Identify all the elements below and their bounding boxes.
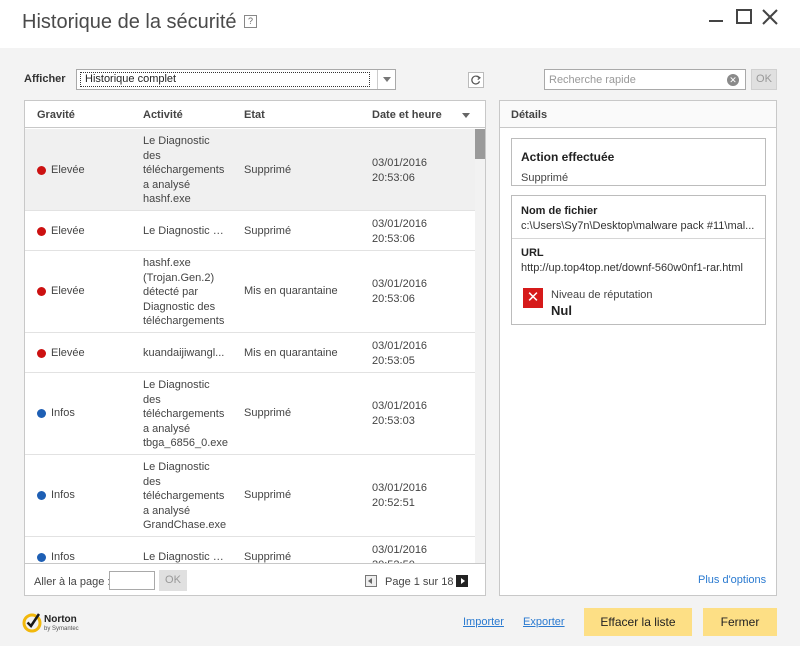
severity-cell: Elevée (37, 346, 85, 361)
state-cell: Mis en quarantaine (244, 347, 338, 359)
table-row[interactable]: Infos Le Diagnostic des téléchargements … (25, 373, 475, 455)
state-cell: Supprimé (244, 551, 292, 563)
clear-list-button[interactable]: Effacer la liste (584, 608, 692, 636)
filter-dropdown[interactable]: Historique complet (76, 69, 396, 90)
action-box: Action effectuée Supprimé (511, 138, 766, 186)
scrollbar-thumb[interactable] (475, 129, 485, 159)
date-cell: 03/01/2016 20:53:06 (372, 157, 428, 184)
severity-info-icon (37, 552, 46, 562)
chevron-down-icon[interactable] (377, 70, 395, 89)
reputation-label: Niveau de réputation (551, 289, 653, 301)
state-cell: Supprimé (244, 489, 292, 501)
state-cell: Supprimé (244, 164, 292, 176)
page-indicator: Page 1 sur 18 (385, 576, 454, 588)
date-cell: 03/01/2016 20:53:06 (372, 218, 428, 245)
clear-search-icon[interactable]: ✕ (727, 74, 739, 86)
table-scrollbar[interactable] (475, 129, 485, 563)
more-options-link[interactable]: Plus d'options (698, 574, 766, 586)
refresh-icon[interactable] (468, 72, 484, 88)
goto-page-input[interactable] (109, 571, 155, 590)
table-row[interactable]: Infos Le Diagnostic des téléchargements … (25, 455, 475, 537)
severity-high-icon (37, 286, 46, 296)
table-row[interactable]: Elevée kuandaijiwangl... Mis en quaranta… (25, 333, 475, 373)
goto-page-label: Aller à la page : (34, 576, 111, 588)
close-icon[interactable] (759, 6, 781, 28)
table-footer: Aller à la page : OK Page 1 sur 18 (25, 563, 485, 595)
reputation-bad-icon: ✕ (523, 288, 543, 308)
main-content: Afficher Historique complet ✕ OK Gravité… (0, 48, 800, 646)
activity-cell: kuandaijiwangl... (143, 347, 225, 359)
details-header: Détails (500, 101, 776, 128)
sort-descending-icon[interactable] (462, 113, 470, 118)
state-cell: Supprimé (244, 407, 292, 419)
severity-info-icon (37, 490, 46, 500)
search-ok-button[interactable]: OK (751, 69, 777, 90)
filter-label: Afficher (24, 73, 66, 85)
url-label: URL (521, 247, 544, 259)
table-row[interactable]: Infos Le Diagnostic d... Supprimé 03/01/… (25, 537, 475, 563)
help-icon[interactable]: ? (244, 15, 257, 28)
file-name-value: c:\Users\Sy7n\Desktop\malware pack #11\m… (521, 220, 755, 232)
table-row[interactable]: Elevée hashf.exe (Trojan.Gen.2) détecté … (25, 251, 475, 333)
title-bar: Historique de la sécurité ? (0, 0, 800, 48)
severity-high-icon (37, 165, 46, 175)
severity-high-icon (37, 226, 46, 236)
search-box[interactable]: ✕ (544, 69, 746, 90)
file-name-label: Nom de fichier (521, 205, 598, 217)
activity-cell: Le Diagnostic des téléchargements a anal… (143, 379, 229, 449)
table-header: Gravité Activité Etat Date et heure (25, 101, 485, 128)
column-header-date[interactable]: Date et heure (372, 109, 442, 121)
details-title: Détails (511, 109, 548, 121)
column-header-etat[interactable]: Etat (244, 109, 265, 121)
window-title: Historique de la sécurité (22, 11, 237, 33)
date-cell: 03/01/2016 20:53:06 (372, 278, 428, 305)
brand-name: Norton (44, 614, 77, 625)
action-value: Supprimé (521, 172, 569, 184)
severity-cell: Elevée (37, 163, 85, 178)
close-button[interactable]: Fermer (703, 608, 777, 636)
norton-logo: Norton by Symantec (22, 611, 92, 635)
brand-subtitle: by Symantec (44, 626, 79, 632)
filter-selected-value: Historique complet (80, 72, 370, 87)
severity-cell: Elevée (37, 284, 85, 299)
export-link[interactable]: Exporter (523, 616, 565, 628)
previous-page-icon[interactable] (365, 575, 377, 587)
minimize-icon[interactable] (705, 6, 727, 28)
table-body: Elevée Le Diagnostic des téléchargements… (25, 129, 475, 563)
column-header-gravite[interactable]: Gravité (37, 109, 75, 121)
norton-check-icon (22, 613, 42, 633)
history-table: Gravité Activité Etat Date et heure Elev… (24, 100, 486, 596)
url-value: http://up.top4top.net/downf-560w0nf1-rar… (521, 262, 743, 274)
action-title: Action effectuée (521, 150, 615, 164)
divider (512, 238, 765, 239)
next-page-icon[interactable] (456, 575, 468, 587)
severity-info-icon (37, 408, 46, 418)
severity-cell: Infos (37, 406, 75, 421)
activity-cell: Le Diagnostic des téléchargements a anal… (143, 461, 227, 531)
search-input[interactable] (549, 72, 719, 87)
state-cell: Mis en quarantaine (244, 285, 338, 297)
severity-cell: Infos (37, 488, 75, 503)
details-panel: Détails Action effectuée Supprimé Nom de… (499, 100, 777, 596)
file-info-box: Nom de fichier c:\Users\Sy7n\Desktop\mal… (511, 195, 766, 325)
import-link[interactable]: Importer (463, 616, 504, 628)
goto-page-ok-button[interactable]: OK (159, 570, 187, 591)
date-cell: 03/01/2016 20:53:03 (372, 400, 428, 427)
date-cell: 03/01/2016 20:52:51 (372, 482, 428, 509)
column-header-activite[interactable]: Activité (143, 109, 183, 121)
severity-high-icon (37, 348, 46, 358)
activity-cell: Le Diagnostic des téléchargements a anal… (143, 135, 225, 205)
activity-cell: Le Diagnostic d... (143, 551, 227, 563)
state-cell: Supprimé (244, 225, 292, 237)
severity-cell: Infos (37, 550, 75, 563)
severity-cell: Elevée (37, 224, 85, 239)
maximize-icon[interactable] (733, 6, 755, 28)
table-row[interactable]: Elevée Le Diagnostic des téléchargements… (25, 129, 475, 211)
date-cell: 03/01/2016 20:53:05 (372, 340, 428, 367)
date-cell: 03/01/2016 20:52:50 (372, 544, 428, 563)
activity-cell: Le Diagnostic d... (143, 225, 227, 237)
activity-cell: hashf.exe (Trojan.Gen.2) détecté par Dia… (143, 257, 225, 327)
table-row[interactable]: Elevée Le Diagnostic d... Supprimé 03/01… (25, 211, 475, 251)
reputation-value: Nul (551, 303, 572, 318)
